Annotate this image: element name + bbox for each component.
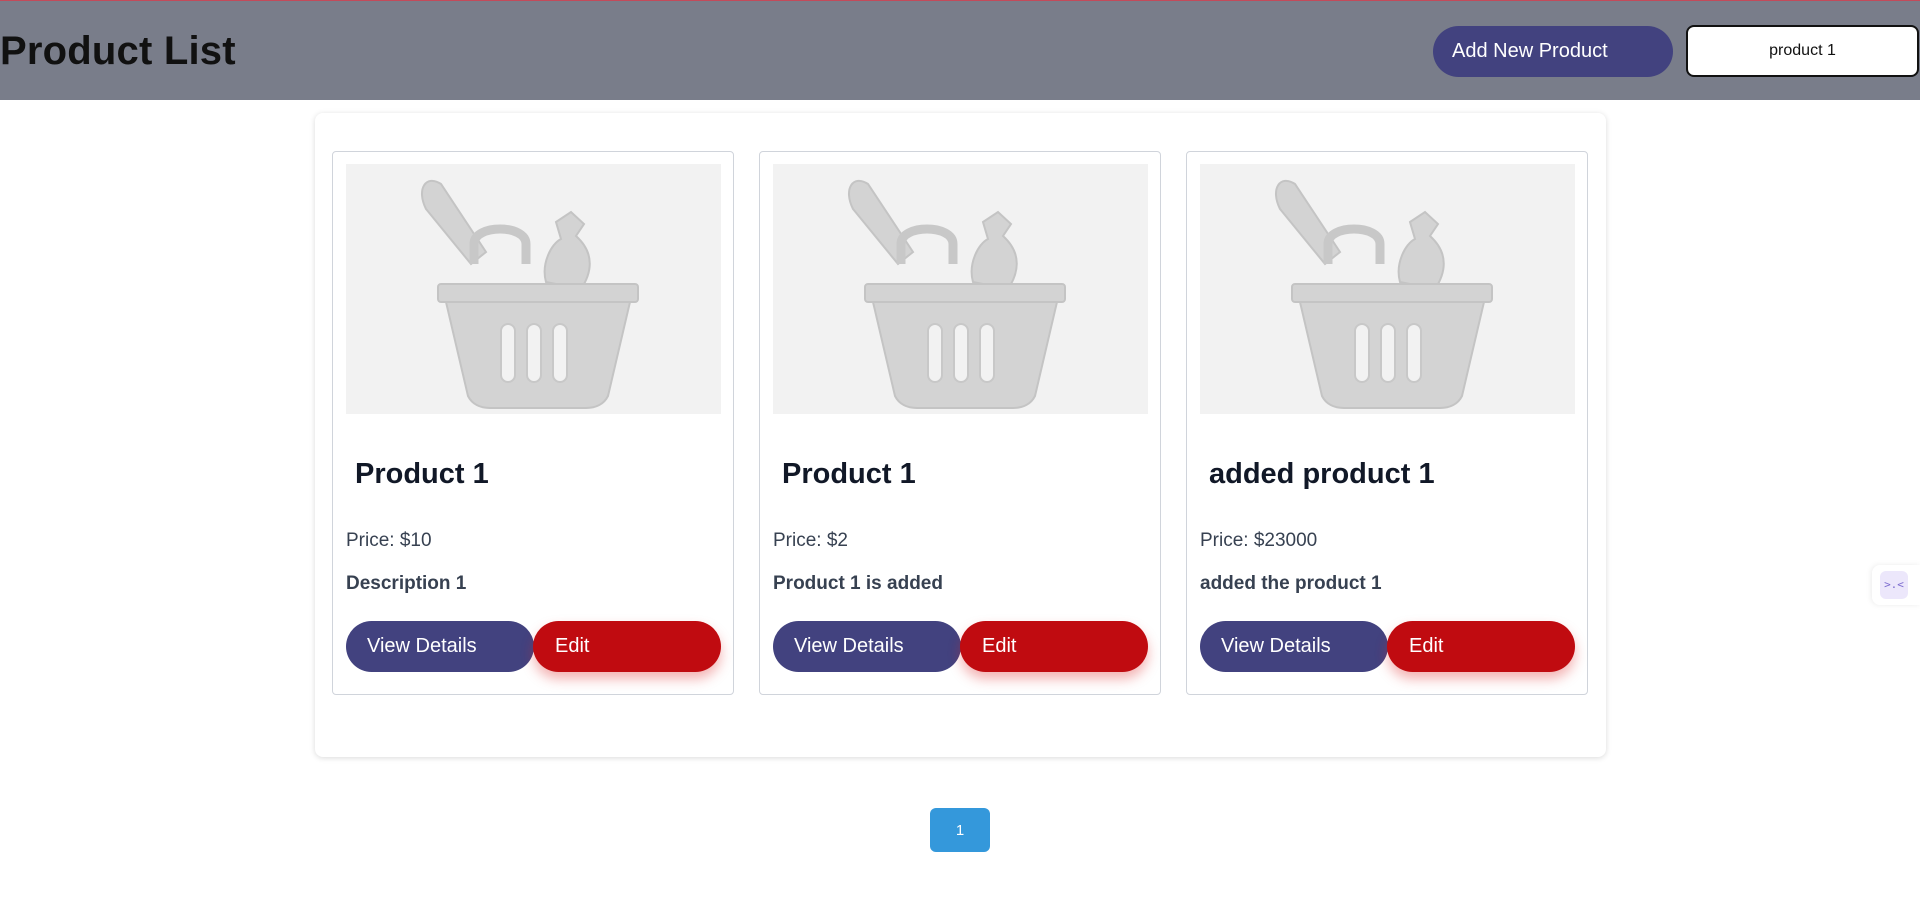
product-card: added product 1 Price: $23000 added the … xyxy=(1186,151,1588,695)
product-price: Price: $10 xyxy=(346,530,432,551)
product-name: added product 1 xyxy=(1209,458,1435,490)
add-new-product-button[interactable]: Add New Product xyxy=(1433,26,1673,77)
product-card: Product 1 Price: $2 Product 1 is added V… xyxy=(759,151,1161,695)
product-name: Product 1 xyxy=(782,458,916,490)
product-name: Product 1 xyxy=(355,458,489,490)
page-title: Product List xyxy=(0,29,236,73)
product-price: Price: $2 xyxy=(773,530,848,551)
basket-placeholder-icon xyxy=(773,164,1148,414)
pagination-page-1[interactable]: 1 xyxy=(930,808,990,852)
basket-placeholder-icon xyxy=(1200,164,1575,414)
product-description: Product 1 is added xyxy=(773,573,943,594)
basket-placeholder-icon xyxy=(346,164,721,414)
view-details-button[interactable]: View Details xyxy=(1200,621,1388,672)
top-header: Product List Add New Product xyxy=(0,0,1920,100)
product-card: Product 1 Price: $10 Description 1 View … xyxy=(332,151,734,695)
product-description: added the product 1 xyxy=(1200,573,1382,594)
assistant-widget[interactable]: >.< xyxy=(1872,565,1920,605)
search-input[interactable] xyxy=(1686,25,1919,77)
product-description: Description 1 xyxy=(346,573,467,594)
edit-button[interactable]: Edit xyxy=(533,621,721,672)
view-details-button[interactable]: View Details xyxy=(346,621,534,672)
edit-button[interactable]: Edit xyxy=(1387,621,1575,672)
product-price: Price: $23000 xyxy=(1200,530,1318,551)
assistant-face-icon[interactable]: >.< xyxy=(1880,571,1908,599)
edit-button[interactable]: Edit xyxy=(960,621,1148,672)
view-details-button[interactable]: View Details xyxy=(773,621,961,672)
